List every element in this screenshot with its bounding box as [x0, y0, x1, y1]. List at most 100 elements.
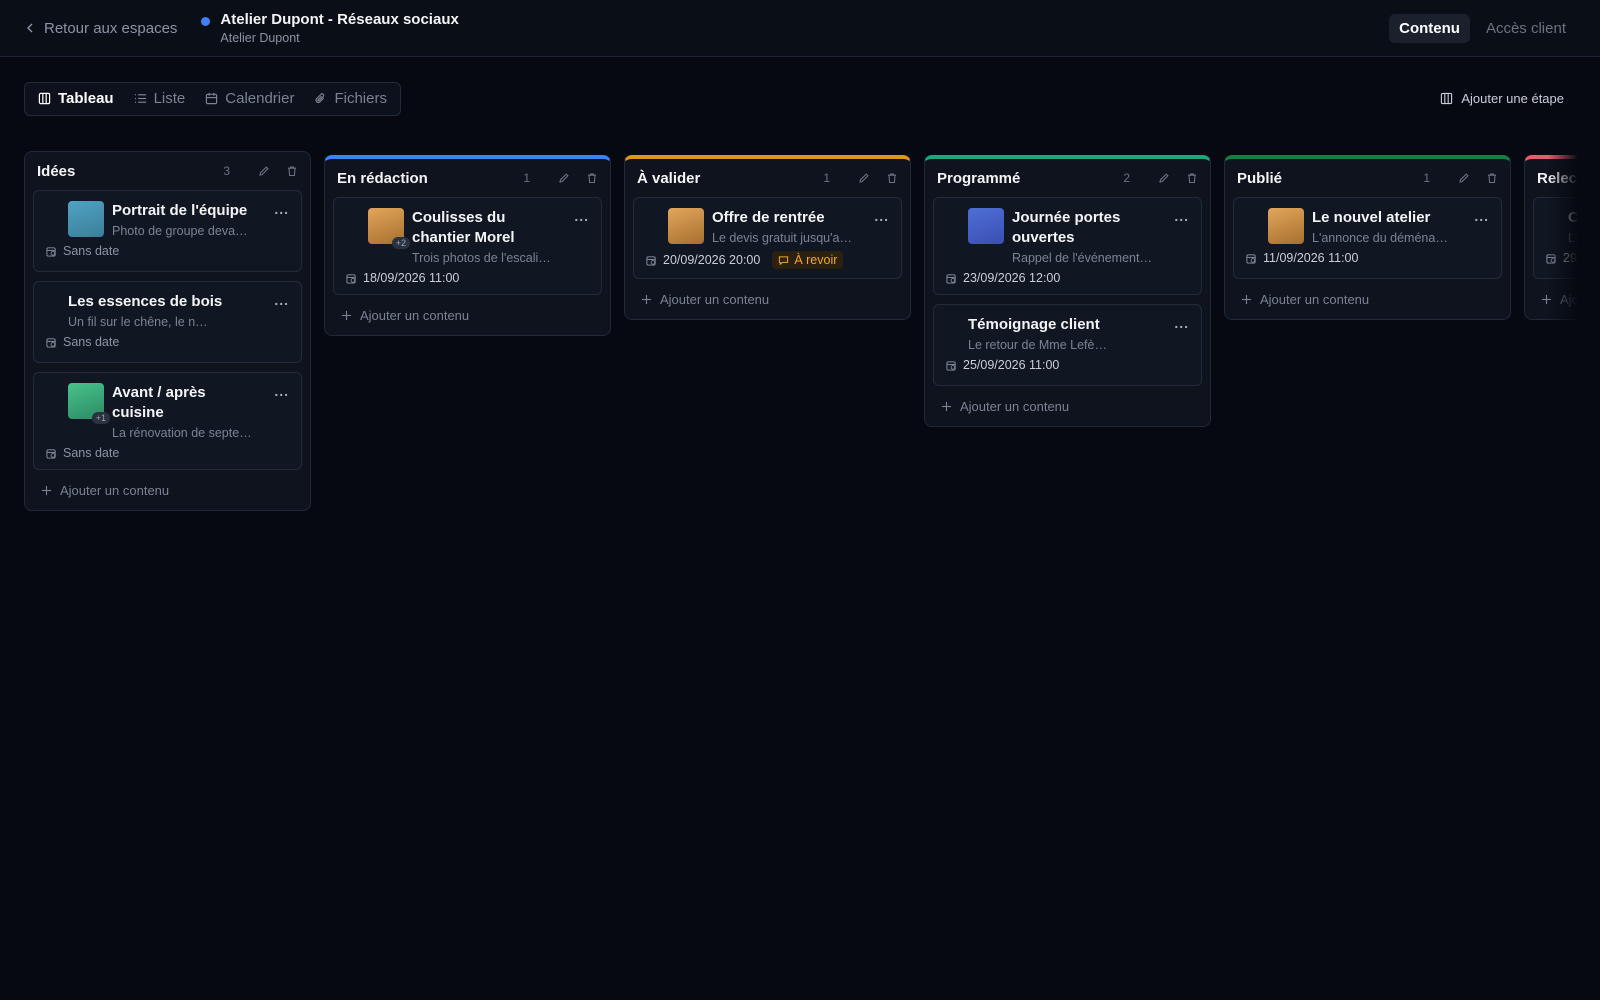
board-scroll-fade [1548, 123, 1578, 983]
card-body: Le nouvel atelier L'annonce du déménageme… [1268, 208, 1489, 245]
tab-contenu[interactable]: Contenu [1389, 13, 1470, 43]
calendar-clock-icon [46, 448, 56, 459]
column-header: Programmé 2 [933, 159, 1202, 197]
view-calendrier-label: Calendrier [225, 90, 295, 107]
more-options-icon[interactable]: ... [1174, 316, 1189, 330]
plus-icon [1241, 294, 1252, 305]
more-options-icon[interactable]: ... [574, 209, 589, 223]
extra-media-count: +2 [391, 237, 410, 249]
card-subtitle: L'annonce du déménagement [1312, 231, 1452, 245]
content-card[interactable]: Le nouvel atelier L'annonce du déménageme… [1233, 197, 1502, 279]
card-subtitle: Le retour de Mme Lefèvre sur sa biblioth… [968, 338, 1108, 352]
column-title: Publié [1237, 169, 1283, 187]
content-card[interactable]: +1 Avant / après cuisine La rénovation de … [33, 372, 302, 470]
workspace-color-dot [201, 17, 211, 26]
card-date: Sans date [46, 446, 289, 460]
view-tableau-label: Tableau [58, 90, 114, 107]
column-count: 1 [523, 171, 530, 185]
back-to-spaces-link[interactable]: Retour aux espaces [24, 20, 177, 37]
card-title: Le nouvel atelier [1312, 209, 1431, 226]
content-card[interactable]: Journée portes ouvertes Rappel de l'événe… [933, 197, 1202, 295]
add-stage-button[interactable]: Ajouter une étape [1440, 91, 1564, 106]
top-bar: Retour aux espaces Atelier Dupont - Rése… [0, 0, 1600, 57]
add-content-button[interactable]: Ajouter un contenu [933, 395, 1202, 414]
column-header: Publié 1 [1233, 159, 1502, 197]
paperclip-icon [315, 93, 325, 104]
comment-icon [779, 255, 789, 265]
column-count: 2 [1123, 171, 1130, 185]
pencil-icon[interactable] [1458, 172, 1470, 184]
view-liste[interactable]: Liste [124, 86, 196, 112]
pencil-icon[interactable] [258, 165, 270, 177]
card-body: Témoignage client Le retour de Mme Lefèvr… [968, 315, 1189, 352]
trash-icon[interactable] [286, 165, 298, 177]
card-thumbnail [1268, 208, 1304, 244]
content-card[interactable]: +2 Coulisses du chantier Morel Trois photo… [333, 197, 602, 295]
add-content-button[interactable]: Ajouter un contenu [333, 304, 602, 323]
content-card[interactable]: Témoignage client Le retour de Mme Lefèvr… [933, 304, 1202, 386]
card-text: Offre de rentrée Le devis gratuit jusqu'a… [712, 208, 889, 245]
card-thumbnail: +2 [368, 208, 410, 249]
card-text: Avant / après cuisine La rénovation de se… [112, 383, 289, 440]
card-title: Portrait de l'équipe [112, 202, 248, 219]
card-subtitle: Le devis gratuit jusqu'au 30 septembre [712, 231, 852, 245]
add-content-button[interactable]: Ajouter un contenu [33, 479, 302, 498]
card-title: Témoignage client [968, 316, 1100, 333]
trash-icon[interactable] [586, 172, 598, 184]
plus-icon [341, 310, 352, 321]
tab-acces-client[interactable]: Accès client [1476, 14, 1576, 43]
more-options-icon[interactable]: ... [874, 209, 889, 223]
card-title: Journée portes ouvertes [1012, 209, 1121, 246]
trash-icon[interactable] [1186, 172, 1198, 184]
column-title: Idées [37, 162, 76, 180]
column-2: À valider 1 Offre de rentrée Le devis gratu… [624, 155, 911, 320]
column-count: 1 [823, 171, 830, 185]
add-content-label: Ajouter un contenu [60, 483, 170, 498]
more-options-icon[interactable]: ... [274, 384, 289, 398]
card-date-label: 23/09/2026 12:00 [963, 271, 1061, 285]
view-calendrier[interactable]: Calendrier [195, 86, 304, 112]
column-1: En rédaction 1 +2 Coulisses du chantier Mor… [324, 155, 611, 336]
card-title: Avant / après cuisine [112, 384, 206, 421]
content-card[interactable]: Portrait de l'équipe Photo de groupe deva… [33, 190, 302, 272]
add-content-label: Ajouter un contenu [660, 292, 770, 307]
calendar-clock-icon [946, 273, 956, 284]
view-fichiers[interactable]: Fichiers [304, 86, 397, 112]
trash-icon[interactable] [1486, 172, 1498, 184]
card-date-label: Sans date [63, 335, 120, 349]
card-title: Les essences de bois [68, 293, 223, 310]
card-date-label: 11/09/2026 11:00 [1263, 251, 1359, 265]
toolbar: Tableau Liste Calendrier Fichiers Ajoute… [0, 57, 1600, 123]
card-thumbnail [68, 201, 104, 237]
back-label: Retour aux espaces [44, 19, 178, 37]
add-content-label: Ajouter un contenu [1260, 292, 1370, 307]
trash-icon[interactable] [886, 172, 898, 184]
columns-icon [1441, 92, 1453, 105]
more-options-icon[interactable]: ... [274, 293, 289, 307]
add-content-label: Ajouter un contenu [960, 399, 1070, 414]
more-options-icon[interactable]: ... [274, 202, 289, 216]
pencil-icon[interactable] [858, 172, 870, 184]
content-card[interactable]: Offre de rentrée Le devis gratuit jusqu'a… [633, 197, 902, 279]
card-body: Journée portes ouvertes Rappel de l'événe… [968, 208, 1189, 265]
add-content-button[interactable]: Ajouter un contenu [633, 288, 902, 307]
more-options-icon[interactable]: ... [1174, 209, 1189, 223]
view-tableau[interactable]: Tableau [28, 86, 124, 112]
add-content-button[interactable]: Ajouter un contenu [1233, 288, 1502, 307]
column-header: En rédaction 1 [333, 159, 602, 197]
calendar-clock-icon [46, 337, 56, 348]
card-date-label: 20/09/2026 20:00 [663, 253, 761, 267]
column-title: Programmé [937, 169, 1021, 187]
card-subtitle: Un fil sur le chêne, le noyer et le frên… [68, 315, 208, 329]
review-badge-label: À revoir [794, 253, 838, 267]
view-liste-label: Liste [153, 90, 186, 107]
workspace-info: Atelier Dupont - Réseaux sociaux Atelier… [201, 11, 459, 45]
column-count: 1 [1423, 171, 1430, 185]
content-card[interactable]: Les essences de bois Un fil sur le chêne,… [33, 281, 302, 363]
extra-media-count: +1 [91, 412, 110, 424]
card-text: Coulisses du chantier Morel Trois photos … [412, 208, 589, 265]
card-subtitle: Photo de groupe devant l'atelier [112, 224, 252, 238]
pencil-icon[interactable] [558, 172, 570, 184]
pencil-icon[interactable] [1158, 172, 1170, 184]
more-options-icon[interactable]: ... [1474, 209, 1489, 223]
